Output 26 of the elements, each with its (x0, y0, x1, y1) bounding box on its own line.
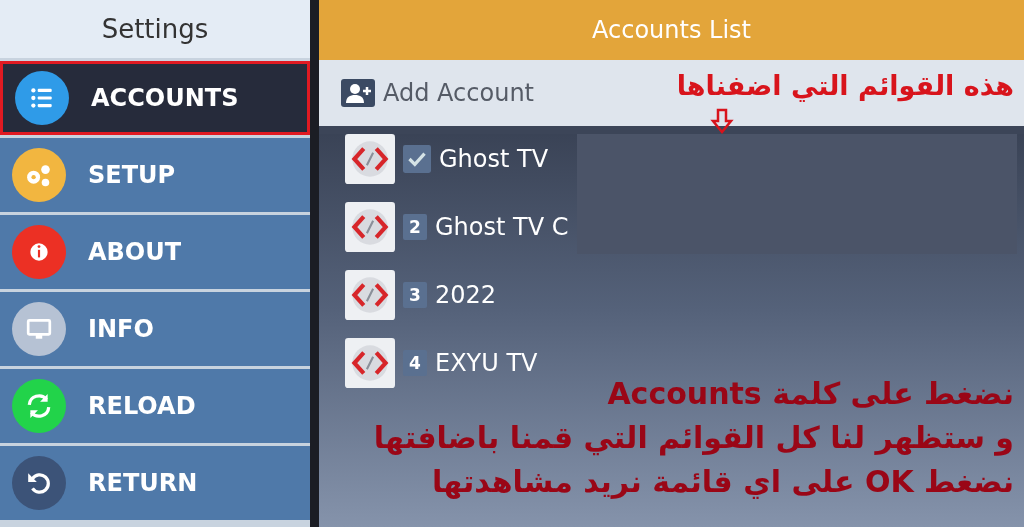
menu-item[interactable]: ABOUT (0, 215, 310, 289)
menu-item[interactable]: RETURN (0, 446, 310, 520)
add-account-button[interactable]: Add Account (341, 79, 534, 107)
code-brackets-icon (345, 134, 395, 184)
annotation-text: نضغط OK على اي قائمة نريد مشاهدتها (432, 463, 1014, 501)
settings-title: Settings (0, 0, 310, 58)
code-brackets-icon (345, 270, 395, 320)
add-user-icon (341, 79, 375, 107)
code-brackets-icon (345, 202, 395, 252)
account-name[interactable]: Ghost TV (439, 145, 549, 173)
accounts-list-title: Accounts List (319, 0, 1024, 60)
code-brackets-icon (345, 338, 395, 388)
menu-item[interactable]: RELOAD (0, 369, 310, 443)
annotation-text: نضغط على كلمة Accounts (607, 375, 1014, 413)
annotation-text: هذه القوائم التي اضفناها (676, 70, 1014, 101)
account-number: 4 (403, 350, 427, 376)
annotation-text: و ستظهر لنا كل القوائم التي قمنا باضافتها (373, 419, 1014, 458)
account-number: 2 (403, 214, 427, 240)
menu-item[interactable]: INFO (0, 292, 310, 366)
menu-item[interactable]: ACCOUNTS (0, 61, 310, 135)
account-name[interactable]: 2022 (435, 281, 497, 309)
menu-item[interactable]: SETUP (0, 138, 310, 212)
account-name[interactable]: EXYU TV (435, 349, 538, 377)
account-number: 3 (403, 282, 427, 308)
account-name[interactable]: Ghost TV C (435, 213, 569, 241)
down-arrow-icon (710, 108, 734, 134)
